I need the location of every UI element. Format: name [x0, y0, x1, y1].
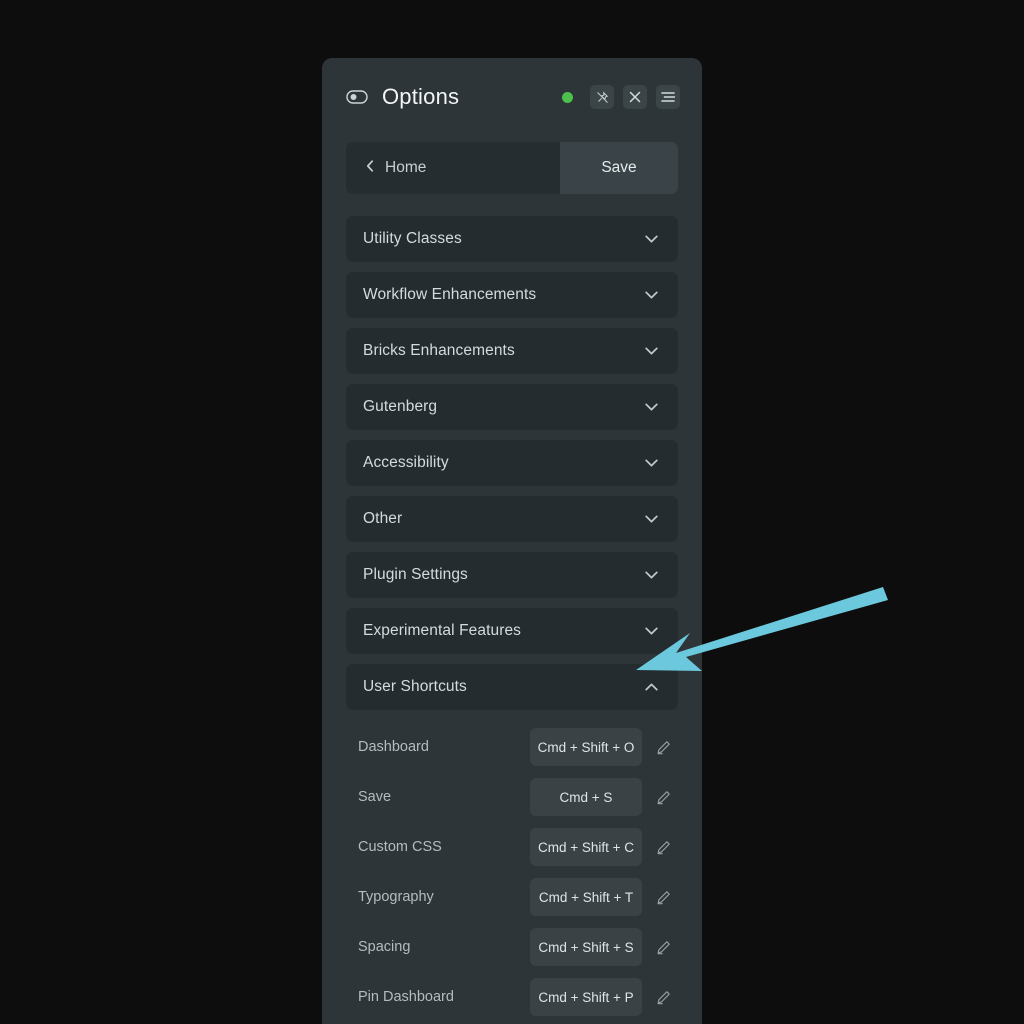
accordion-label: Plugin Settings	[363, 566, 468, 584]
pencil-edit-icon[interactable]	[648, 840, 678, 855]
shortcut-row: Custom CSSCmd + Shift + C	[322, 822, 702, 872]
pencil-edit-icon[interactable]	[648, 740, 678, 755]
shortcut-row: SpacingCmd + Shift + S	[322, 922, 702, 972]
accordion-item[interactable]: User Shortcuts	[346, 664, 678, 710]
accordion-label: Other	[363, 510, 402, 528]
pencil-edit-icon[interactable]	[648, 940, 678, 955]
options-panel: Options	[322, 58, 702, 1024]
save-button[interactable]: Save	[560, 142, 678, 194]
chevron-down-icon	[645, 291, 658, 299]
shortcut-row: TypographyCmd + Shift + T	[322, 872, 702, 922]
accordion-item[interactable]: Bricks Enhancements	[346, 328, 678, 374]
shortcut-key-badge[interactable]: Cmd + Shift + C	[530, 828, 642, 866]
unpin-button[interactable]	[590, 85, 614, 109]
accordion-label: Workflow Enhancements	[363, 286, 536, 304]
nav-toolbar: Home Save	[346, 142, 678, 194]
accordion-item[interactable]: Experimental Features	[346, 608, 678, 654]
accordion-item[interactable]: Gutenberg	[346, 384, 678, 430]
user-shortcuts-list: DashboardCmd + Shift + OSaveCmd + SCusto…	[322, 722, 702, 1022]
panel-header: Options	[322, 58, 702, 136]
accordion-item[interactable]: Plugin Settings	[346, 552, 678, 598]
shortcut-row: Pin DashboardCmd + Shift + P	[322, 972, 702, 1022]
home-button[interactable]: Home	[346, 142, 560, 194]
chevron-down-icon	[645, 459, 658, 467]
shortcut-row: DashboardCmd + Shift + O	[322, 722, 702, 772]
pencil-edit-icon[interactable]	[648, 790, 678, 805]
chevron-down-icon	[645, 571, 658, 579]
accordion-item[interactable]: Other	[346, 496, 678, 542]
brand: Options	[346, 84, 459, 110]
shortcut-key-badge[interactable]: Cmd + Shift + T	[530, 878, 642, 916]
hamburger-menu-icon	[661, 91, 675, 103]
chevron-left-icon	[366, 159, 374, 177]
shortcut-row: SaveCmd + S	[322, 772, 702, 822]
shortcut-name: Typography	[358, 889, 530, 905]
chevron-down-icon	[645, 627, 658, 635]
accordion-label: User Shortcuts	[363, 678, 467, 696]
accordion-item[interactable]: Workflow Enhancements	[346, 272, 678, 318]
chevron-down-icon	[645, 235, 658, 243]
shortcut-key-badge[interactable]: Cmd + S	[530, 778, 642, 816]
menu-button[interactable]	[656, 85, 680, 109]
accordion-label: Gutenberg	[363, 398, 437, 416]
accordion-label: Bricks Enhancements	[363, 342, 515, 360]
toggle-pill-icon	[346, 90, 368, 104]
shortcut-name: Save	[358, 789, 530, 805]
shortcut-key-badge[interactable]: Cmd + Shift + O	[530, 728, 642, 766]
chevron-down-icon	[645, 347, 658, 355]
chevron-down-icon	[645, 515, 658, 523]
screen: Options	[0, 0, 1024, 1024]
shortcut-name: Pin Dashboard	[358, 989, 530, 1005]
pencil-edit-icon[interactable]	[648, 990, 678, 1005]
shortcut-key-badge[interactable]: Cmd + Shift + S	[530, 928, 642, 966]
accordion-label: Experimental Features	[363, 622, 521, 640]
home-label: Home	[385, 159, 426, 177]
pin-off-icon	[596, 91, 609, 104]
accordion-label: Accessibility	[363, 454, 449, 472]
close-x-icon	[629, 91, 641, 103]
shortcut-name: Dashboard	[358, 739, 530, 755]
shortcut-name: Spacing	[358, 939, 530, 955]
accordion-label: Utility Classes	[363, 230, 462, 248]
save-label: Save	[601, 159, 636, 177]
page-title: Options	[382, 84, 459, 110]
header-actions	[562, 85, 680, 109]
chevron-down-icon	[645, 403, 658, 411]
chevron-up-icon	[645, 683, 658, 691]
shortcut-key-badge[interactable]: Cmd + Shift + P	[530, 978, 642, 1016]
accordion-item[interactable]: Utility Classes	[346, 216, 678, 262]
settings-accordion-list: Utility Classes Workflow Enhancements Bric…	[346, 216, 678, 710]
close-button[interactable]	[623, 85, 647, 109]
status-indicator-dot	[562, 92, 573, 103]
accordion-item[interactable]: Accessibility	[346, 440, 678, 486]
shortcut-name: Custom CSS	[358, 839, 530, 855]
pencil-edit-icon[interactable]	[648, 890, 678, 905]
